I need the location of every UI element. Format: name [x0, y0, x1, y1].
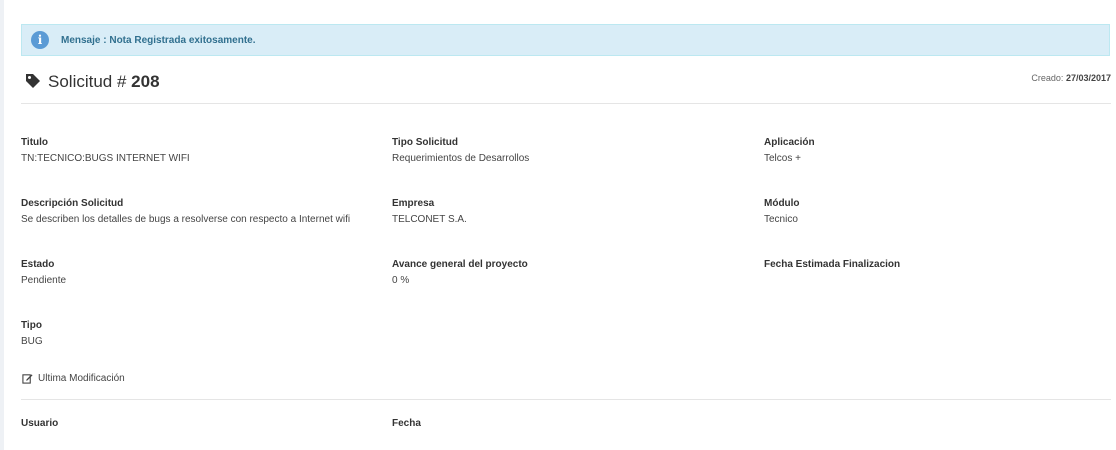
field-fecha-estimada: Fecha Estimada Finalizacion: [764, 259, 900, 275]
field-value: Telcos +: [764, 153, 801, 164]
field-label: Descripción Solicitud: [21, 198, 124, 209]
tag-icon: [26, 74, 40, 88]
field-value: Tecnico: [764, 214, 798, 225]
field-label: Aplicación: [764, 137, 815, 148]
field-tipo: Tipo BUG: [21, 320, 43, 347]
last-modification-label: Ultima Modificación: [38, 373, 125, 384]
created-info: Creado: 27/03/2017: [1031, 73, 1111, 83]
field-value: Pendiente: [21, 275, 67, 286]
field-value: 0 %: [392, 275, 410, 286]
field-titulo: Titulo TN:TECNICO:BUGS INTERNET WIFI: [21, 137, 190, 164]
info-icon: i: [31, 31, 49, 49]
field-value: TN:TECNICO:BUGS INTERNET WIFI: [21, 153, 190, 164]
field-label: Tipo Solicitud: [392, 137, 458, 148]
history-fecha-header: Fecha: [392, 418, 421, 429]
field-label: Fecha Estimada Finalizacion: [764, 259, 901, 270]
created-date: 27/03/2017: [1065, 73, 1111, 83]
field-avance: Avance general del proyecto 0 %: [392, 259, 528, 286]
field-value: Requerimientos de Desarrollos: [392, 153, 530, 164]
field-descripcion: Descripción Solicitud Se describen los d…: [21, 198, 350, 225]
column-header: Usuario: [21, 418, 59, 429]
field-tipo-solicitud: Tipo Solicitud Requerimientos de Desarro…: [392, 137, 529, 164]
title-prefix: Solicitud #: [48, 72, 127, 91]
history-usuario-header: Usuario: [21, 418, 58, 429]
left-edge: [0, 0, 4, 450]
column-header: Fecha: [392, 418, 421, 429]
last-modification-section: Ultima Modificación: [22, 373, 125, 384]
edit-icon: [22, 374, 33, 384]
field-label: Tipo: [21, 320, 42, 331]
page-title: Solicitud # 208: [48, 72, 160, 92]
success-alert: i Mensaje : Nota Registrada exitosamente…: [21, 24, 1110, 56]
field-estado: Estado Pendiente: [21, 259, 66, 286]
alert-message: Mensaje : Nota Registrada exitosamente.: [61, 34, 256, 46]
field-value: TELCONET S.A.: [392, 214, 467, 225]
request-header: Solicitud # 208 Creado: 27/03/2017: [21, 70, 1111, 104]
field-label: Módulo: [764, 198, 800, 209]
divider: [21, 399, 1111, 400]
field-value: BUG: [21, 336, 43, 347]
field-modulo: Módulo Tecnico: [764, 198, 800, 225]
field-aplicacion: Aplicación Telcos +: [764, 137, 815, 164]
field-value: Se describen los detalles de bugs a reso…: [21, 214, 351, 225]
request-number: 208: [131, 72, 160, 91]
field-label: Empresa: [392, 198, 435, 209]
created-label: Creado:: [1031, 73, 1064, 83]
field-label: Avance general del proyecto: [392, 259, 528, 270]
field-empresa: Empresa TELCONET S.A.: [392, 198, 467, 225]
field-label: Titulo: [21, 137, 49, 148]
field-label: Estado: [21, 259, 55, 270]
